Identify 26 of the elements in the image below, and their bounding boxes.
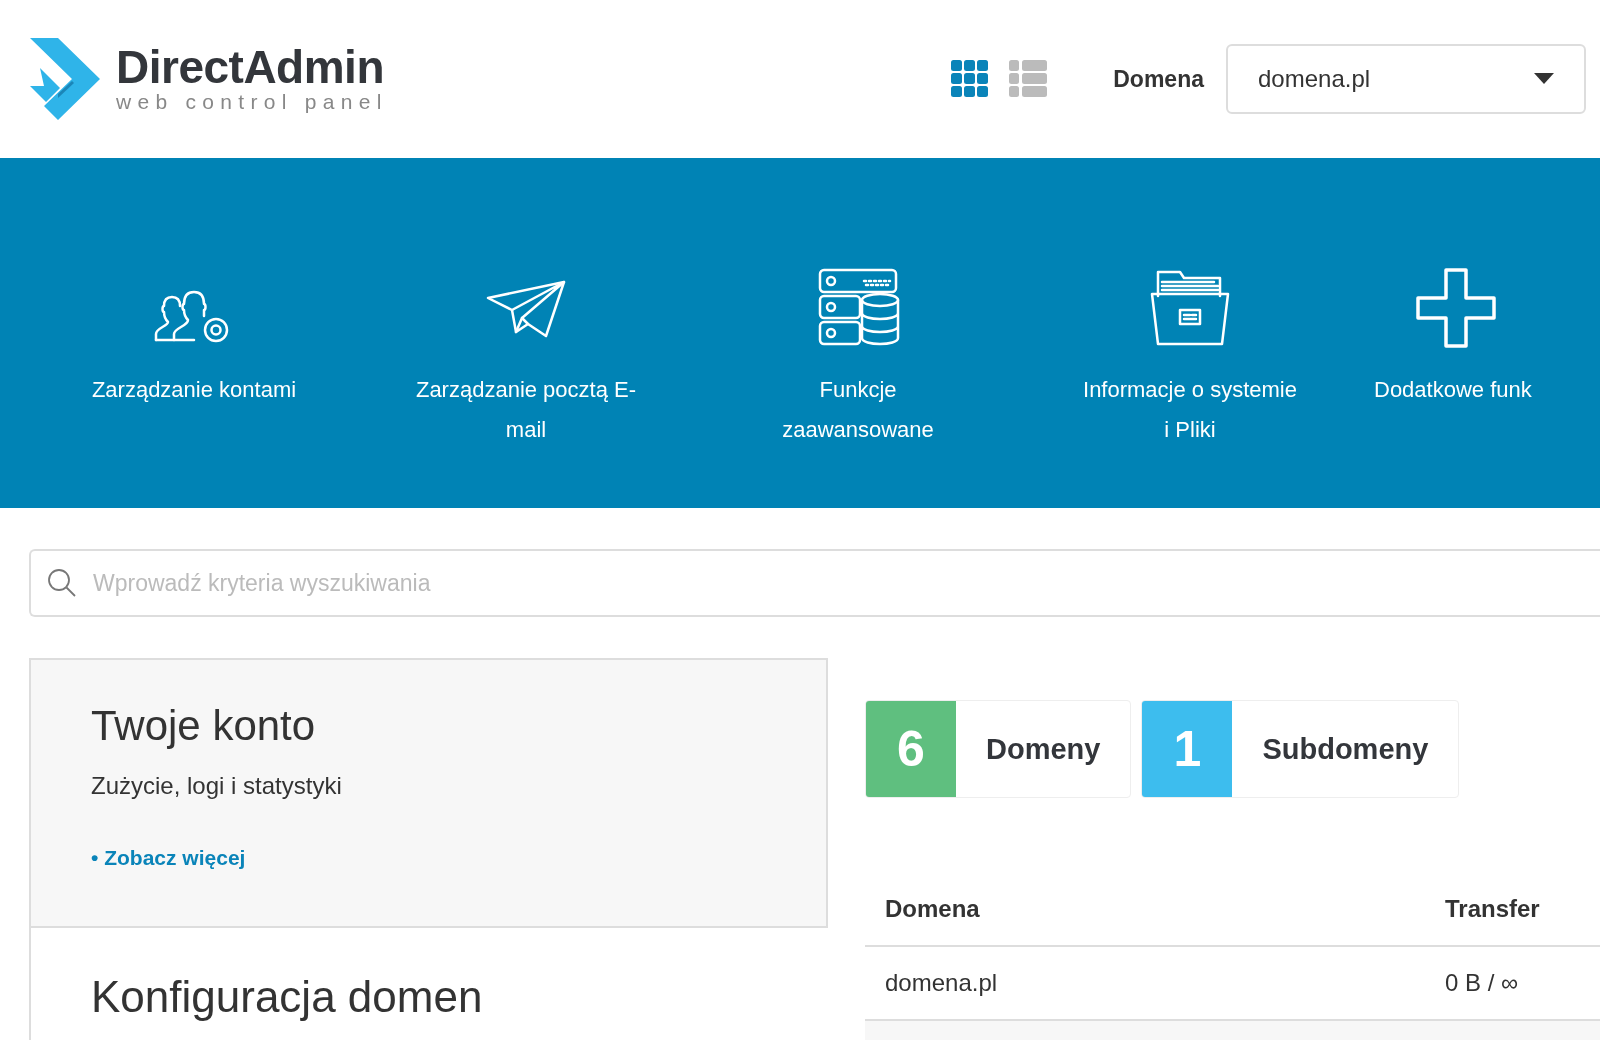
search-field[interactable]: Wprowadź kryteria wyszukiwania [29, 549, 1600, 617]
stat-count: 6 [866, 701, 956, 797]
nav-item[interactable]: Zarządzanie pocztą E-mail [360, 266, 692, 450]
stat-count: 1 [1142, 701, 1233, 797]
nav-item[interactable]: Funkcje zaawansowane [692, 266, 1024, 450]
stat-label: Domeny [985, 732, 1102, 766]
logo-title: DirectAdmin [116, 44, 385, 91]
panel-title: Twoje konto [91, 702, 317, 750]
caret-icon [1534, 73, 1554, 85]
column-header: Domena [865, 873, 1425, 946]
grid-view-button[interactable] [951, 60, 990, 98]
logo-chevron-icon [30, 38, 102, 120]
panel-subtitle: Zużycie, logi i statystyki [91, 772, 343, 800]
logo-subtitle: web control panel [116, 90, 388, 114]
section-title: Konfiguracja domen [90, 971, 484, 1022]
see-more-link[interactable]: • Zobacz więcej [91, 846, 246, 870]
column-header: Transfer [1425, 873, 1600, 946]
domain-label: Domena [1113, 65, 1204, 93]
stat-card[interactable]: 1 Subdomeny [1141, 700, 1460, 798]
stat-label: Subdomeny [1261, 732, 1430, 766]
plus-icon [1414, 266, 1498, 350]
nav-item[interactable]: Zarządzanie kontami [28, 266, 360, 410]
domain-select[interactable]: domena.pl [1226, 44, 1586, 114]
nav-item[interactable]: Informacje o systemie i Pliki [1024, 266, 1356, 450]
nav-item[interactable]: Dodatkowe funk [1356, 266, 1600, 410]
stat-card[interactable]: 6 Domeny [865, 700, 1132, 798]
